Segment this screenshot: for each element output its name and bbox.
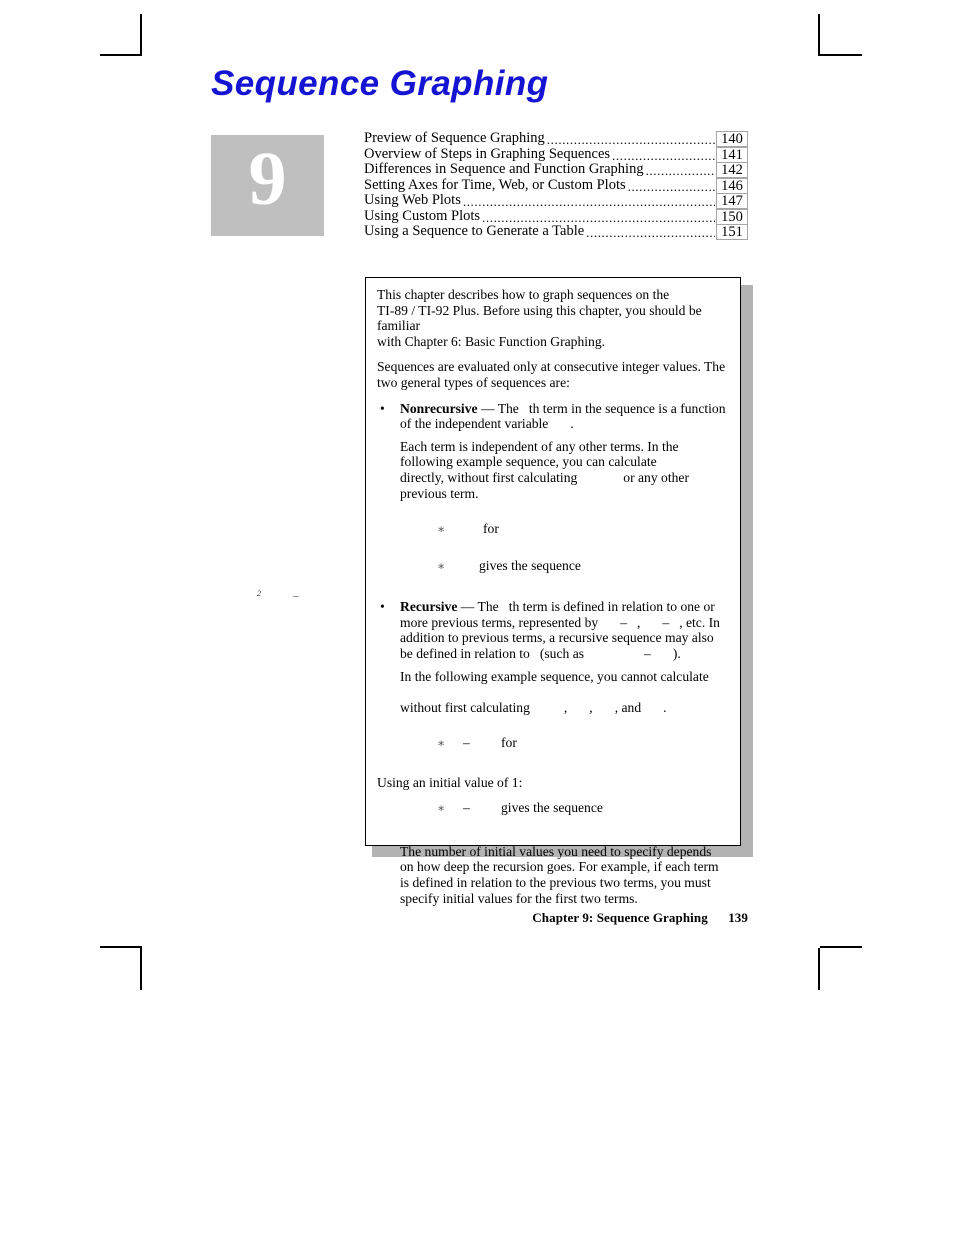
- toc-entry-label: Preview of Sequence Graphing: [364, 130, 545, 146]
- toc-entry-label: Overview of Steps in Graphing Sequences: [364, 145, 611, 162]
- nonrecursive-detail-b: directly, without first calculating: [400, 469, 578, 485]
- toc-entry-label: Setting Axes for Time, Web, or Custom Pl…: [364, 176, 626, 193]
- table-of-contents: Preview of Sequence Graphing ...........…: [364, 130, 748, 241]
- margin-orphan-dash: –: [293, 590, 299, 602]
- intro-paragraph: This chapter describes how to graph sequ…: [377, 287, 727, 349]
- equation-recursive-result: ∗ – gives the sequence: [377, 800, 727, 816]
- bullet-marker-icon: •: [380, 400, 385, 416]
- toc-entry-label: Differences in Sequence and Function Gra…: [364, 161, 644, 177]
- recursive-lead: Recursive: [400, 599, 458, 615]
- toc-entry-page: 142: [716, 162, 748, 178]
- crop-mark-bottom-right-horizontal: [820, 946, 862, 948]
- intro-line-3: with Chapter 6: Basic Function Graphing.: [377, 333, 606, 349]
- chapter-number-badge: 9: [211, 135, 324, 236]
- page-title: Sequence Graphing: [211, 64, 549, 103]
- recursive-minus-2: –: [662, 614, 670, 630]
- toc-entry-page: 146: [716, 177, 748, 194]
- crop-mark-bottom-left-horizontal: [100, 946, 142, 948]
- equation-minus-sign: –: [463, 735, 470, 751]
- recursive-text-a: The: [477, 599, 499, 615]
- equation-asterisk-icon: ∗: [437, 800, 446, 815]
- recursive-text-d: ).: [672, 645, 681, 661]
- equation-recursive-definition: ∗ – for: [377, 735, 727, 751]
- equation-for-keyword: for: [483, 521, 499, 537]
- intro-line-1: This chapter describes how to graph sequ…: [377, 287, 670, 302]
- nonrecursive-detail-a: Each term is independent of any other te…: [400, 438, 679, 470]
- recursive-minus-3: –: [644, 645, 651, 661]
- recursive-detail-b: without first calculating: [400, 699, 530, 715]
- toc-leader-dots: .......................................: [612, 148, 715, 162]
- crop-mark-top-right-vertical: [818, 14, 820, 56]
- toc-leader-dots: .........................: [645, 164, 715, 177]
- equation-gives-the-sequence-label: gives the sequence: [501, 799, 603, 815]
- recursive-detail-a: In the following example sequence, you c…: [400, 668, 709, 684]
- toc-entry-page: 141: [716, 146, 748, 163]
- recursive-detail-paragraph: In the following example sequence, you c…: [377, 669, 727, 716]
- crop-mark-top-left-horizontal: [100, 54, 142, 56]
- toc-entry-label: Using Web Plots: [364, 192, 461, 208]
- crop-mark-bottom-right-vertical: [818, 948, 820, 990]
- content-box: This chapter describes how to graph sequ…: [365, 277, 741, 906]
- equation-nonrecursive-definition: ∗ for: [377, 521, 727, 537]
- nonrecursive-detail-paragraph: Each term is independent of any other te…: [377, 439, 727, 501]
- recursive-detail-comma-3: , and: [614, 699, 642, 715]
- toc-entry-label: Using a Sequence to Generate a Table: [364, 223, 585, 239]
- footer-page-number: 139: [728, 910, 748, 925]
- page-footer: Chapter 9: Sequence Graphing 139: [0, 910, 748, 926]
- content-body: This chapter describes how to graph sequ…: [377, 287, 727, 912]
- equation-minus-sign: –: [463, 799, 470, 815]
- toc-entry-page: 147: [716, 193, 748, 209]
- equation-for-keyword: for: [501, 735, 517, 751]
- nonrecursive-text-a: The: [497, 400, 519, 416]
- toc-leader-dots: ........................................…: [546, 133, 715, 146]
- toc-leader-dots: ..............................: [627, 179, 715, 193]
- em-dash: —: [480, 400, 495, 416]
- nonrecursive-text-c: .: [570, 416, 574, 432]
- toc-leader-dots: ........................................…: [462, 195, 715, 208]
- recursive-detail-comma-2: ,: [589, 699, 593, 715]
- recursive-minus-1: –: [620, 614, 627, 630]
- recursive-detail-period: .: [663, 699, 667, 715]
- toc-entry-page: 151: [716, 224, 748, 240]
- crop-mark-bottom-left-vertical: [140, 948, 142, 990]
- bullet-marker-icon: •: [380, 599, 385, 615]
- nonrecursive-lead: Nonrecursive: [400, 400, 478, 416]
- toc-entry-label: Using Custom Plots: [364, 207, 481, 224]
- toc-entry-page: 150: [716, 208, 748, 225]
- chapter-number: 9: [248, 137, 287, 221]
- intro-line-2-a: TI: [377, 302, 390, 318]
- toc-leader-dots: .......................................: [586, 226, 715, 239]
- equation-asterisk-icon: ∗: [437, 522, 446, 537]
- recursive-comma-1: ,: [636, 614, 641, 630]
- equation-nonrecursive-result: ∗ gives the sequence: [377, 558, 727, 574]
- recursive-text-c: (such as: [539, 645, 585, 661]
- intro-line-2-c: 92 Plus: [435, 302, 477, 318]
- intro-line-2-b: 89 / TI: [394, 302, 432, 318]
- crop-mark-top-right-horizontal: [820, 54, 862, 56]
- crop-mark-top-left-vertical: [140, 14, 142, 56]
- margin-orphan-superscript: 2: [257, 589, 261, 598]
- bullet-recursive: • Recursive — The th term is defined in r…: [377, 599, 727, 661]
- equation-asterisk-icon: ∗: [437, 736, 446, 751]
- equation-gives-the-sequence-label: gives the sequence: [479, 558, 581, 574]
- initial-value-note: Using an initial value of 1:: [377, 775, 523, 791]
- em-dash: —: [460, 599, 475, 615]
- toc-entry[interactable]: Using a Sequence to Generate a Table ...…: [364, 223, 748, 240]
- footer-chapter-title: Chapter 9: Sequence Graphing: [532, 910, 708, 925]
- closing-paragraph: The number of initial values you need to…: [400, 843, 719, 906]
- toc-entry-page: 140: [716, 131, 748, 147]
- sequences-evaluated-paragraph: Sequences are evaluated only at consecut…: [377, 359, 726, 390]
- recursive-detail-comma-1: ,: [563, 699, 568, 715]
- bullet-nonrecursive: • Nonrecursive — The th term in the seque…: [377, 401, 727, 432]
- toc-leader-dots: ........................................…: [482, 210, 715, 224]
- equation-asterisk-icon: ∗: [437, 559, 446, 574]
